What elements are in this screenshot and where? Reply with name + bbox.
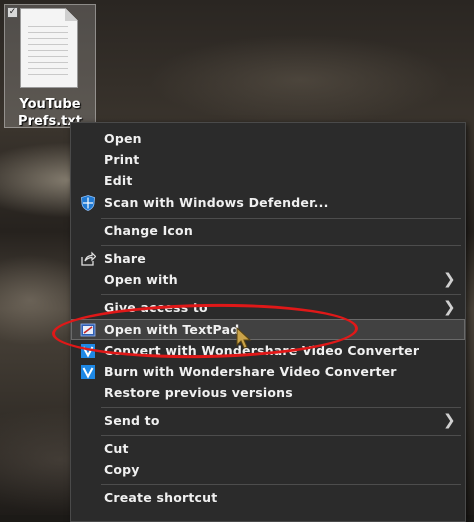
menu-separator (101, 435, 461, 436)
menu-item-change-icon[interactable]: Change Icon (71, 220, 465, 241)
chevron-right-icon: ❯ (443, 270, 456, 288)
menu-item-label: Print (104, 152, 140, 167)
document-lines (28, 26, 68, 78)
menu-item-edit[interactable]: Edit (71, 170, 465, 191)
menu-item-open-with[interactable]: Open with ❯ (71, 269, 465, 290)
menu-item-restore-versions[interactable]: Restore previous versions (71, 382, 465, 403)
chevron-right-icon: ❯ (443, 411, 456, 429)
menu-separator (101, 245, 461, 246)
menu-item-label: Copy (104, 462, 140, 477)
chevron-right-icon: ❯ (443, 298, 456, 316)
file-name-line1: YouTube (19, 97, 81, 112)
menu-item-label: Edit (104, 173, 133, 188)
menu-item-label: Share (104, 251, 146, 266)
menu-item-label: Cut (104, 441, 129, 456)
menu-separator (101, 484, 461, 485)
selection-checkbox[interactable]: ✓ (7, 7, 18, 18)
menu-item-share[interactable]: Share (71, 248, 465, 269)
menu-item-copy[interactable]: Copy (71, 459, 465, 480)
menu-item-label: Change Icon (104, 223, 193, 238)
menu-separator (101, 294, 461, 295)
menu-item-label: Scan with Windows Defender... (104, 195, 329, 210)
share-icon (80, 251, 97, 267)
menu-separator (101, 407, 461, 408)
mouse-pointer-icon (236, 327, 252, 349)
menu-item-label: Open (104, 131, 142, 146)
menu-item-label: Create shortcut (104, 490, 218, 505)
menu-item-label: Open with (104, 272, 178, 287)
document-fold-corner (65, 8, 78, 21)
menu-item-create-shortcut[interactable]: Create shortcut (71, 487, 465, 508)
windows-defender-shield-icon (80, 195, 96, 211)
menu-item-print[interactable]: Print (71, 149, 465, 170)
menu-item-scan-defender[interactable]: Scan with Windows Defender... (71, 192, 465, 213)
wondershare-icon (80, 364, 96, 380)
menu-item-burn-wondershare[interactable]: Burn with Wondershare Video Converter (71, 361, 465, 382)
menu-item-cut[interactable]: Cut (71, 438, 465, 459)
menu-item-open[interactable]: Open (71, 128, 465, 149)
menu-item-label: Burn with Wondershare Video Converter (104, 364, 397, 379)
menu-item-send-to[interactable]: Send to ❯ (71, 410, 465, 431)
menu-item-label: Restore previous versions (104, 385, 293, 400)
menu-item-label: Send to (104, 413, 160, 428)
menu-separator (101, 218, 461, 219)
